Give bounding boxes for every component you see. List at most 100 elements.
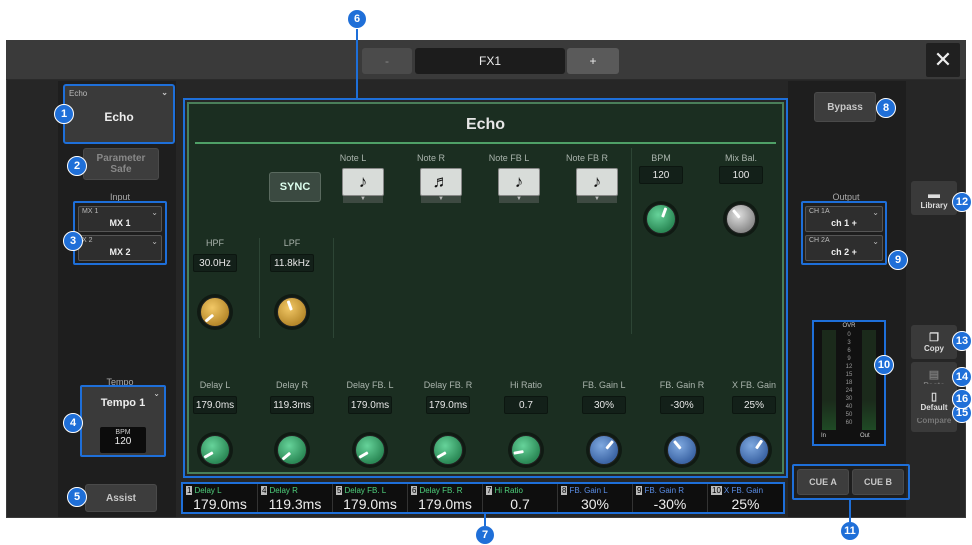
strip-name: 10 X FB. Gain bbox=[711, 486, 763, 495]
input-1-main: MX 1 bbox=[109, 218, 131, 228]
strip-label: Delay L bbox=[194, 486, 222, 495]
close-icon[interactable]: ✕ bbox=[926, 43, 960, 77]
input-select-1[interactable]: MX 1 ⌄ MX 1 bbox=[78, 206, 162, 232]
strip-num: 1 bbox=[186, 486, 193, 495]
assist-button[interactable]: Assist bbox=[85, 484, 157, 512]
callout-13: 13 bbox=[952, 331, 972, 351]
strip-value: 0.7 bbox=[510, 496, 530, 512]
top-bar: - FX1 + ✕ bbox=[6, 40, 966, 80]
output-group: CH 1A ⌄ ch 1 + CH 2A ⌄ ch 2 + bbox=[801, 201, 887, 265]
copy-button[interactable]: ❐ Copy bbox=[911, 325, 957, 359]
input-2-small: X 2 bbox=[82, 237, 93, 244]
callout-5: 5 bbox=[67, 487, 87, 507]
prev-fx-button[interactable]: - bbox=[362, 48, 412, 74]
bypass-button[interactable]: Bypass bbox=[814, 92, 876, 122]
meter-tick: 40 bbox=[845, 404, 853, 410]
strip-value: 179.0ms bbox=[193, 496, 247, 512]
meter-scale: 0 3 6 9 12 15 18 24 30 40 50 60 bbox=[837, 331, 861, 427]
strip-num: 7 bbox=[486, 486, 493, 495]
strip-cell[interactable]: 8 FB. Gain L 30% bbox=[558, 484, 633, 512]
strip-num: 4 bbox=[261, 486, 268, 495]
tempo-select[interactable]: Tempo 1 ⌄ BPM 120 bbox=[80, 385, 166, 457]
strip-label: Delay FB. L bbox=[344, 486, 387, 495]
callout-8: 8 bbox=[876, 98, 896, 118]
strip-cell[interactable]: 7 Hi Ratio 0.7 bbox=[483, 484, 558, 512]
strip-value: 179.0ms bbox=[343, 496, 397, 512]
meter-tick: 60 bbox=[845, 420, 853, 426]
output-select-2[interactable]: CH 2A ⌄ ch 2 + bbox=[805, 235, 883, 261]
library-label: Library bbox=[920, 200, 948, 210]
copy-icon: ❐ bbox=[929, 332, 939, 344]
meter-out-label: Out bbox=[860, 433, 870, 439]
strip-cell[interactable]: 4 Delay R 119.3ms bbox=[258, 484, 333, 512]
meter-in-bar bbox=[822, 330, 836, 430]
strip-num: 9 bbox=[636, 486, 643, 495]
meter-tick: 3 bbox=[847, 340, 851, 346]
cue-b-button[interactable]: CUE B bbox=[852, 469, 904, 495]
strip-label: Delay FB. R bbox=[419, 486, 463, 495]
fx-type-main: Echo bbox=[104, 110, 134, 124]
callout-4: 4 bbox=[63, 413, 83, 433]
callout-11: 11 bbox=[840, 521, 860, 541]
chevron-down-icon: ⌄ bbox=[153, 389, 160, 398]
right-column bbox=[788, 81, 906, 517]
parameter-safe-button[interactable]: Parameter Safe bbox=[83, 148, 159, 180]
panel-highlight bbox=[183, 98, 788, 478]
strip-value: -30% bbox=[653, 496, 687, 512]
strip-cell[interactable]: 5 Delay FB. L 179.0ms bbox=[333, 484, 408, 512]
library-button[interactable]: ▬ Library bbox=[911, 181, 957, 215]
strip-label: FB. Gain L bbox=[569, 486, 608, 495]
meter-tick: 15 bbox=[845, 372, 853, 378]
output-1-main: ch 1 + bbox=[831, 218, 857, 228]
level-meter: OVR 0 3 6 9 12 15 18 24 30 40 50 60 In O… bbox=[812, 320, 886, 446]
callout-14: 14 bbox=[952, 367, 972, 387]
cue-a-button[interactable]: CUE A bbox=[797, 469, 849, 495]
tempo-bpm-box: BPM 120 bbox=[100, 427, 146, 453]
meter-tick: 24 bbox=[845, 388, 853, 394]
strip-label: Delay R bbox=[269, 486, 298, 495]
meter-over-label: OVR bbox=[842, 323, 856, 329]
meter-tick: 18 bbox=[845, 380, 853, 386]
copy-label: Copy bbox=[924, 344, 944, 353]
meter-out-bar bbox=[862, 330, 876, 430]
param-strip: 1 Delay L 179.0ms 4 Delay R 119.3ms 5 Delay F… bbox=[181, 482, 785, 514]
strip-value: 119.3ms bbox=[268, 496, 322, 512]
strip-cell[interactable]: 1 Delay L 179.0ms bbox=[183, 484, 258, 512]
fx-type-select[interactable]: Echo ⌄ Echo bbox=[63, 84, 175, 144]
meter-tick: 30 bbox=[845, 396, 853, 402]
strip-name: 9 FB. Gain R bbox=[636, 486, 684, 495]
default-label: Default bbox=[920, 403, 948, 412]
default-button[interactable]: ▯ Default bbox=[911, 384, 957, 418]
next-fx-button[interactable]: + bbox=[567, 48, 619, 74]
strip-label: X FB. Gain bbox=[723, 486, 764, 495]
strip-cell[interactable]: 6 Delay FB. R 179.0ms bbox=[408, 484, 483, 512]
strip-label: FB. Gain R bbox=[644, 486, 685, 495]
callout-9: 9 bbox=[888, 250, 908, 270]
callout-10: 10 bbox=[874, 355, 894, 375]
callout-12: 12 bbox=[952, 192, 972, 212]
callout-3: 3 bbox=[63, 231, 83, 251]
chevron-down-icon: ⌄ bbox=[872, 237, 879, 246]
cue-group: CUE A CUE B bbox=[792, 464, 910, 500]
strip-cell[interactable]: 9 FB. Gain R -30% bbox=[633, 484, 708, 512]
callout-11-line bbox=[849, 500, 851, 522]
input-select-2[interactable]: X 2 ⌄ MX 2 bbox=[78, 235, 162, 261]
strip-num: 5 bbox=[336, 486, 343, 495]
fx-type-small: Echo bbox=[69, 89, 88, 98]
meter-tick: 9 bbox=[847, 356, 851, 362]
meter-tick: 50 bbox=[845, 412, 853, 418]
meter-tick: 6 bbox=[847, 348, 851, 354]
folder-icon: ▬ bbox=[928, 186, 940, 201]
strip-value: 30% bbox=[580, 496, 610, 512]
tempo-bpm-value: 120 bbox=[114, 436, 132, 447]
strip-num: 10 bbox=[711, 486, 722, 495]
input-1-small: MX 1 bbox=[82, 208, 99, 215]
strip-cell[interactable]: 10 X FB. Gain 25% bbox=[708, 484, 783, 512]
chevron-down-icon: ⌄ bbox=[872, 208, 879, 217]
output-select-1[interactable]: CH 1A ⌄ ch 1 + bbox=[805, 206, 883, 232]
chevron-down-icon: ⌄ bbox=[151, 237, 158, 246]
strip-name: 8 FB. Gain L bbox=[561, 486, 608, 495]
strip-value: 25% bbox=[731, 496, 760, 512]
tempo-bpm-label: BPM bbox=[115, 429, 131, 436]
strip-name: 4 Delay R bbox=[261, 486, 298, 495]
